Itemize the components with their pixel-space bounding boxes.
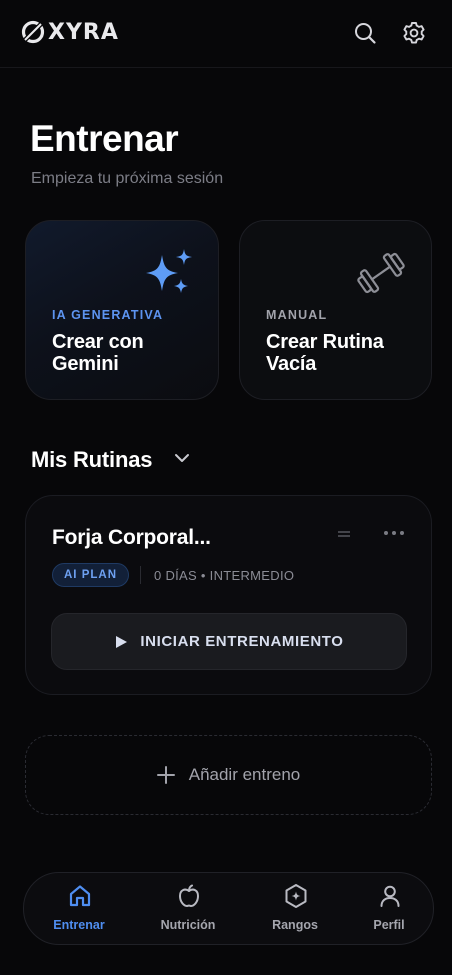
card-tag: MANUAL xyxy=(266,308,328,322)
add-workout-button[interactable]: Añadir entreno xyxy=(25,735,432,815)
bottom-navigation: Entrenar Nutrición Rangos Perfil xyxy=(23,872,434,945)
plus-icon xyxy=(156,766,175,784)
sparkles-icon xyxy=(146,249,192,293)
search-icon[interactable] xyxy=(352,20,378,46)
page-title: Entrenar xyxy=(30,118,179,159)
nav-item-rangos[interactable]: Rangos xyxy=(245,873,345,946)
routine-meta: 0 DÍAS • INTERMEDIO xyxy=(154,568,295,583)
add-workout-label: Añadir entreno xyxy=(188,765,301,784)
logo: XYRA xyxy=(20,19,119,45)
start-workout-label: INICIAR ENTRENAMIENTO xyxy=(140,633,344,650)
card-tag: IA GENERATIVA xyxy=(52,308,164,322)
routine-card[interactable]: Forja Corporal... AI PLAN 0 DÍAS • INTER… xyxy=(25,495,432,695)
card-label: Crear con Gemini xyxy=(52,331,144,375)
nav-item-perfil[interactable]: Perfil xyxy=(339,873,439,946)
plan-badge: AI PLAN xyxy=(52,563,129,587)
create-with-gemini-card[interactable]: IA GENERATIVA Crear con Gemini xyxy=(25,220,219,400)
user-icon xyxy=(380,885,400,907)
top-bar: XYRA xyxy=(0,0,452,68)
card-label: Crear Rutina Vacía xyxy=(266,331,384,375)
start-workout-button[interactable]: INICIAR ENTRENAMIENTO xyxy=(51,613,407,670)
page-subtitle: Empieza tu próxima sesión xyxy=(31,170,224,187)
meta-divider xyxy=(140,566,141,584)
nav-item-nutricion[interactable]: Nutrición xyxy=(138,873,238,946)
nav-item-entrenar[interactable]: Entrenar xyxy=(29,873,129,946)
app-screen: XYRA Entrenar Empieza tu próxima sesión … xyxy=(0,0,452,975)
apple-icon xyxy=(179,884,199,907)
routine-name: Forja Corporal... xyxy=(52,526,211,549)
dumbbell-icon xyxy=(357,252,405,294)
chevron-down-icon[interactable] xyxy=(174,452,190,464)
home-icon xyxy=(69,885,91,907)
nav-label: Rangos xyxy=(272,918,318,932)
nav-label: Perfil xyxy=(373,918,405,932)
more-options-icon[interactable] xyxy=(383,528,405,538)
rank-icon xyxy=(285,884,307,908)
gear-icon[interactable] xyxy=(401,20,427,46)
logo-text: XYRA xyxy=(48,19,119,45)
play-icon xyxy=(116,635,128,648)
drag-handle-icon[interactable] xyxy=(337,529,351,539)
logo-mark-icon xyxy=(21,20,45,44)
nav-label: Entrenar xyxy=(53,918,105,932)
nav-label: Nutrición xyxy=(160,918,216,932)
section-title: Mis Rutinas xyxy=(31,447,153,472)
create-empty-routine-card[interactable]: MANUAL Crear Rutina Vacía xyxy=(239,220,432,400)
